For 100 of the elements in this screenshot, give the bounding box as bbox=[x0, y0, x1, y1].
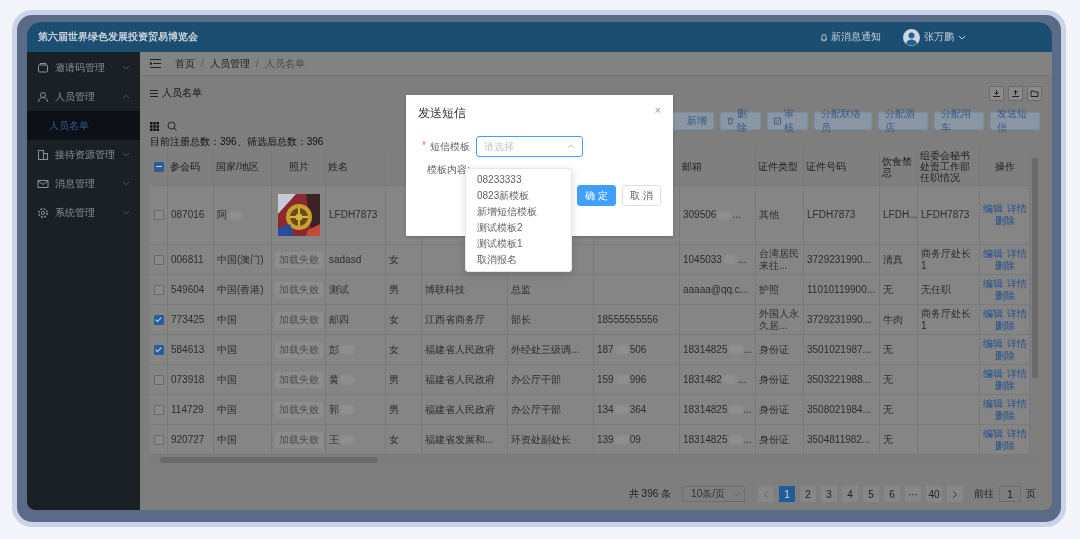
required-mark: * bbox=[422, 139, 426, 153]
dropdown-option[interactable]: 取消报名 bbox=[466, 252, 571, 268]
confirm-button[interactable]: 确 定 bbox=[577, 185, 616, 206]
user-menu[interactable]: 张万鹏 bbox=[903, 28, 966, 46]
close-button[interactable]: × bbox=[654, 105, 661, 116]
dropdown-option[interactable]: 0823新模板 bbox=[466, 188, 571, 204]
sidebar-item[interactable]: 消息管理 bbox=[27, 169, 140, 198]
sidebar-item[interactable]: 人员管理 bbox=[27, 82, 140, 111]
breadcrumb-item[interactable]: 人员管理 bbox=[209, 56, 250, 71]
page-button[interactable]: ··· bbox=[905, 486, 921, 502]
row-checkbox[interactable] bbox=[153, 254, 164, 265]
table-cell: 18314825 ... bbox=[680, 425, 756, 454]
dropdown-option[interactable]: 新增短信模板 bbox=[466, 204, 571, 220]
action-link[interactable]: 删除 bbox=[994, 259, 1015, 272]
page-button[interactable]: 4 bbox=[842, 486, 858, 502]
page-number-field[interactable]: 1 bbox=[999, 486, 1021, 502]
column-header: 组委会秘书处责工作部任职情况 bbox=[918, 148, 980, 185]
trash-icon bbox=[727, 117, 734, 125]
table-cell: 3503221988... bbox=[804, 365, 880, 394]
page-button[interactable]: 5 bbox=[863, 486, 879, 502]
table-cell: 部长 bbox=[508, 305, 594, 334]
action-link[interactable]: 详情 bbox=[1006, 397, 1027, 410]
page-button[interactable]: 2 bbox=[800, 486, 816, 502]
action-link[interactable]: 详情 bbox=[1006, 367, 1027, 380]
action-link[interactable]: 删除 bbox=[994, 319, 1015, 332]
page-button[interactable]: 40 bbox=[926, 486, 942, 502]
row-checkbox[interactable] bbox=[153, 404, 164, 415]
action-link[interactable]: 编辑 bbox=[982, 307, 1003, 320]
cancel-button[interactable]: 取 消 bbox=[622, 185, 661, 206]
page-button[interactable]: 3 bbox=[821, 486, 837, 502]
table-cell: 18555555556 bbox=[594, 305, 680, 334]
action-link[interactable]: 编辑 bbox=[982, 367, 1003, 380]
table-cell: 无 bbox=[880, 395, 918, 424]
next-page-button[interactable] bbox=[947, 486, 963, 502]
row-checkbox[interactable] bbox=[153, 284, 164, 295]
action-link[interactable]: 编辑 bbox=[982, 397, 1003, 410]
page-size-select[interactable]: 10条/页 bbox=[682, 486, 745, 502]
select-all-checkbox[interactable] bbox=[153, 161, 164, 172]
table-cell: 福建省发展和... bbox=[422, 425, 508, 454]
breadcrumb-item[interactable]: 首页 bbox=[175, 56, 195, 71]
row-checkbox[interactable] bbox=[153, 314, 164, 325]
table-cell: 无任职 bbox=[918, 275, 980, 304]
action-link[interactable]: 编辑 bbox=[982, 247, 1003, 260]
table-cell: 身份证 bbox=[756, 365, 804, 394]
action-link[interactable]: 删除 bbox=[994, 409, 1015, 422]
action-link[interactable]: 详情 bbox=[1006, 427, 1027, 440]
table-cell: LFDH7873 bbox=[326, 186, 386, 244]
list-icon bbox=[150, 89, 158, 97]
sidebar-item[interactable]: 接待资源管理 bbox=[27, 140, 140, 169]
action-link[interactable]: 删除 bbox=[994, 349, 1015, 362]
table-cell: LFDH7873 bbox=[804, 186, 880, 244]
person-icon bbox=[37, 90, 49, 103]
table-cell: 1045033 ... bbox=[680, 245, 756, 274]
table-cell: 外国人永久居... bbox=[756, 305, 804, 334]
row-checkbox[interactable] bbox=[153, 344, 164, 355]
table-cell: 福建省人民政府 bbox=[422, 335, 508, 364]
icon-button[interactable] bbox=[989, 85, 1004, 101]
row-checkbox[interactable] bbox=[153, 374, 164, 385]
action-link[interactable]: 编辑 bbox=[982, 203, 1003, 215]
dropdown-option[interactable]: 测试模板1 bbox=[466, 236, 571, 252]
row-checkbox[interactable] bbox=[153, 210, 164, 220]
sidebar-subitem[interactable]: 人员名单 bbox=[27, 111, 140, 140]
table-cell: 福建省人民政府 bbox=[422, 395, 508, 424]
column-header: 邮箱 bbox=[680, 148, 756, 185]
sidebar-item[interactable]: 邀请码管理 bbox=[27, 53, 140, 82]
search-icon bbox=[167, 121, 177, 131]
action-link[interactable]: 详情 bbox=[1006, 337, 1027, 350]
action-link[interactable]: 编辑 bbox=[982, 427, 1003, 440]
table-cell: 男 bbox=[386, 365, 422, 394]
action-link[interactable]: 编辑 bbox=[982, 337, 1003, 350]
action-link[interactable]: 编辑 bbox=[982, 277, 1003, 290]
chevron-up-icon bbox=[567, 144, 575, 149]
action-link[interactable]: 详情 bbox=[1006, 307, 1027, 320]
sidebar-item[interactable]: 系统管理 bbox=[27, 198, 140, 227]
card-icon bbox=[37, 61, 49, 74]
icon-button[interactable] bbox=[1008, 85, 1023, 101]
action-link[interactable]: 删除 bbox=[994, 215, 1015, 227]
page-button[interactable]: 1 bbox=[779, 486, 795, 502]
column-header: 证件号码 bbox=[804, 148, 880, 185]
previous-page-button[interactable] bbox=[758, 486, 774, 502]
page-unit-label: 页 bbox=[1026, 487, 1036, 501]
table-cell: 王 bbox=[326, 425, 386, 454]
notification-link[interactable]: 新消息通知 bbox=[820, 30, 881, 44]
action-link[interactable]: 详情 bbox=[1006, 277, 1027, 290]
action-link[interactable]: 详情 bbox=[1006, 247, 1027, 260]
row-checkbox[interactable] bbox=[153, 434, 164, 445]
table-cell: 073918 bbox=[168, 365, 214, 394]
table-cell: 773425 bbox=[168, 305, 214, 334]
table-cell: 其他 bbox=[756, 186, 804, 244]
folder-icon bbox=[1030, 88, 1039, 98]
page-button[interactable]: 6 bbox=[884, 486, 900, 502]
action-link[interactable]: 删除 bbox=[994, 439, 1015, 452]
icon-button[interactable] bbox=[1027, 85, 1042, 101]
action-link[interactable]: 删除 bbox=[994, 289, 1015, 302]
action-link[interactable]: 删除 bbox=[994, 379, 1015, 392]
table-cell: 549604 bbox=[168, 275, 214, 304]
dialog-title: 发送短信 bbox=[418, 105, 466, 122]
table-cell: 江西省商务厅 bbox=[422, 305, 508, 334]
dropdown-option[interactable]: 测试模板2 bbox=[466, 220, 571, 236]
action-link[interactable]: 详情 bbox=[1006, 203, 1027, 215]
